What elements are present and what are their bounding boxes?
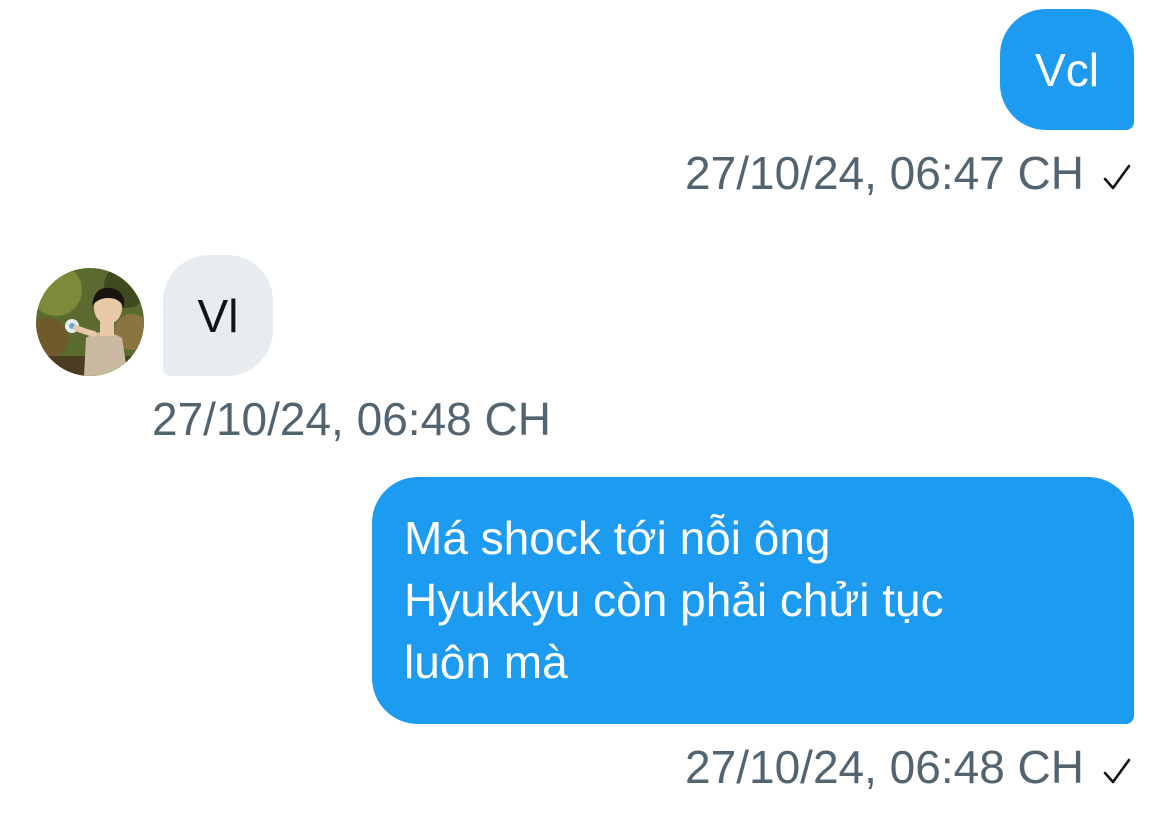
message-bubble-incoming[interactable]: Vl (163, 255, 273, 376)
message-text-line: Hyukkyu còn phải chửi tục (404, 574, 944, 626)
message-text-line: luôn mà (404, 636, 568, 688)
message-text: Vcl (1035, 43, 1099, 96)
message-timestamp: 27/10/24, 06:48 CH (152, 393, 551, 445)
user-avatar[interactable] (36, 268, 144, 376)
message-text: Vl (197, 289, 239, 342)
timestamp-text: 27/10/24, 06:47 CH (685, 147, 1084, 199)
message-timestamp: 27/10/24, 06:48 CH (685, 741, 1132, 793)
message-bubble-outgoing[interactable]: Má shock tới nỗi ông Hyukkyu còn phải ch… (372, 477, 1134, 724)
timestamp-text: 27/10/24, 06:48 CH (685, 741, 1084, 793)
message-text-line: Má shock tới nỗi ông (404, 512, 831, 564)
checkmark-icon (1103, 164, 1131, 190)
message-timestamp: 27/10/24, 06:47 CH (685, 147, 1132, 199)
avatar-image (36, 268, 144, 376)
timestamp-text: 27/10/24, 06:48 CH (152, 393, 551, 445)
checkmark-icon (1103, 758, 1131, 784)
message-bubble-outgoing[interactable]: Vcl (1000, 9, 1134, 130)
